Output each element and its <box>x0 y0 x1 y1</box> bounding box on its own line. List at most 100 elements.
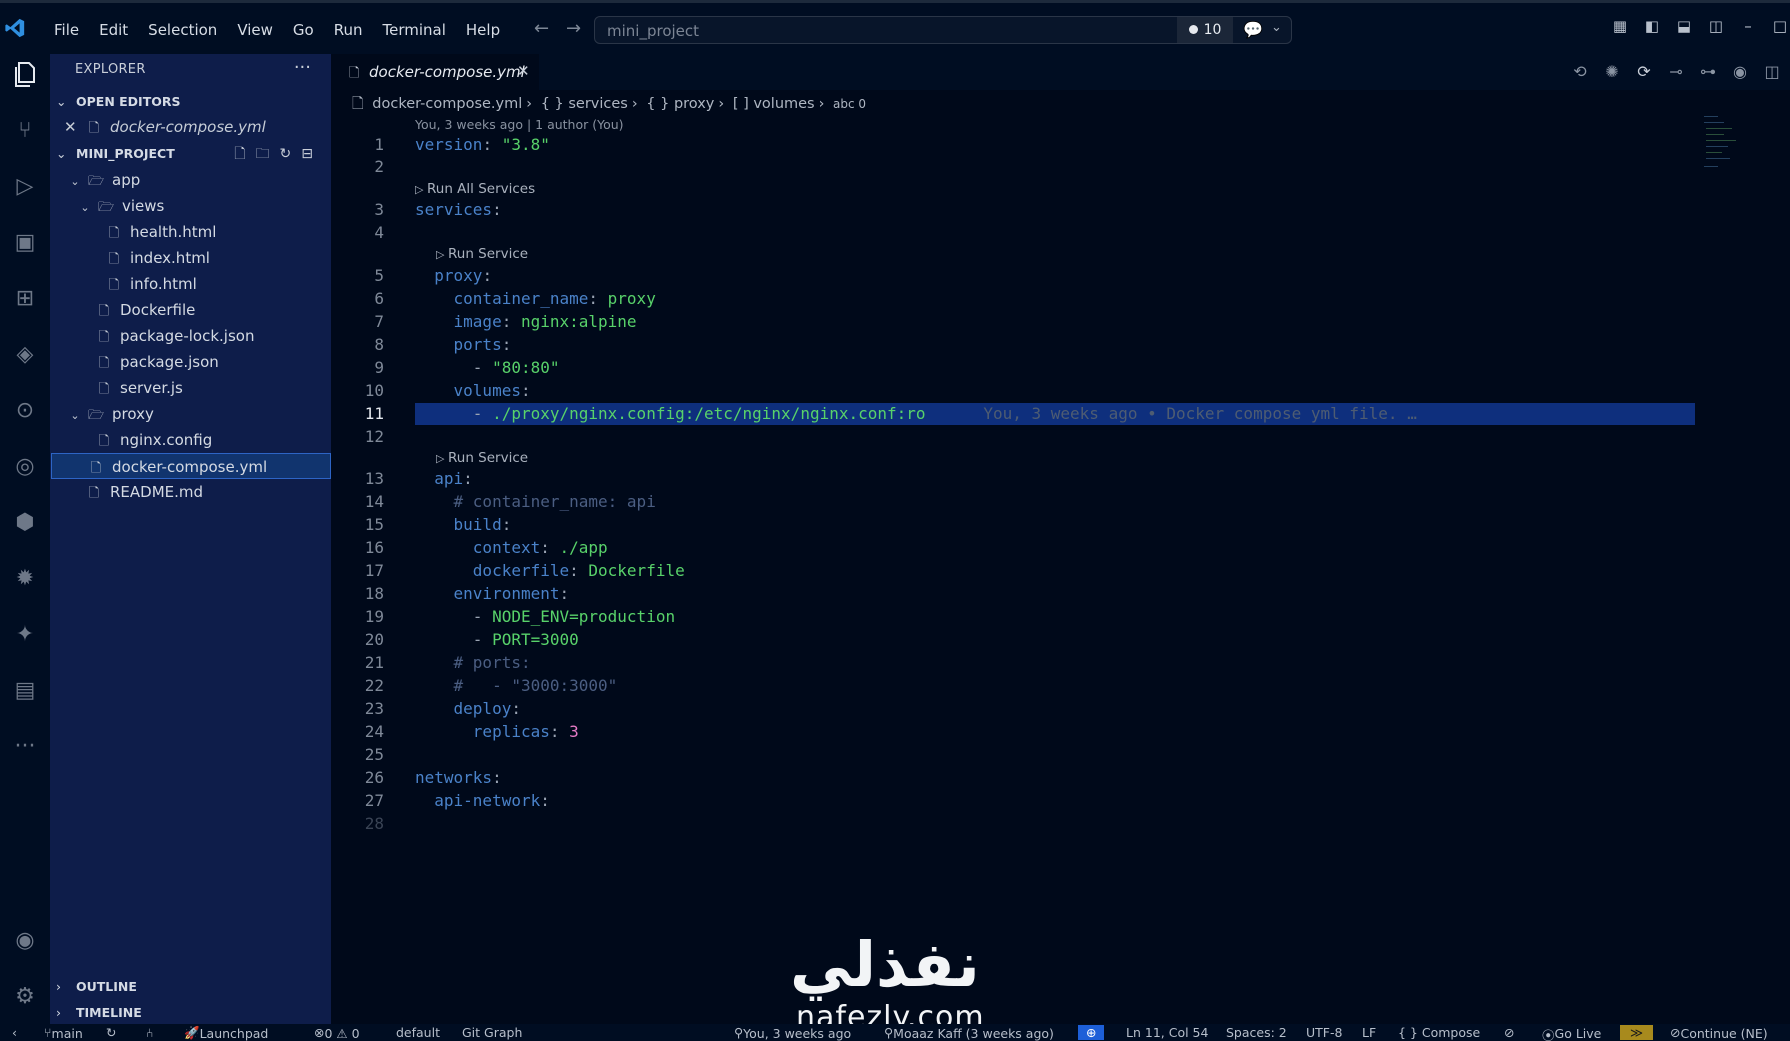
copilot-status-icon[interactable]: ⊘ <box>1504 1025 1514 1040</box>
indentation-status[interactable]: Spaces: 2 <box>1226 1025 1287 1040</box>
run-debug-icon[interactable]: ▷ <box>8 170 42 204</box>
blame-status[interactable]: ⚲ You, 3 weeks ago <box>734 1025 851 1041</box>
close-icon[interactable]: ✕ <box>64 114 80 140</box>
remote-indicator-icon[interactable]: ‹ <box>12 1025 17 1040</box>
breadcrumb-services[interactable]: { } services <box>541 96 628 112</box>
back-arrow-icon[interactable]: ← <box>534 18 549 39</box>
tab-docker-compose[interactable]: 🗋 docker-compose.yml ✕ <box>331 54 539 91</box>
menu-go[interactable]: Go <box>283 19 324 41</box>
extensions-icon[interactable]: ⊞ <box>8 282 42 316</box>
author-status[interactable]: ⚲ Moaaz Kaff (3 weeks ago) <box>884 1025 1054 1041</box>
live-share-icon[interactable]: ⊕ <box>1078 1025 1105 1040</box>
go-live-status[interactable]: ⦿ Go Live <box>1542 1025 1601 1041</box>
minimize-icon[interactable]: – <box>1738 17 1758 37</box>
accounts-icon[interactable]: ◉ <box>8 924 42 958</box>
openai-icon[interactable]: ✺ <box>1602 62 1622 81</box>
toggle-sidebar-icon[interactable]: ◧ <box>1642 17 1662 37</box>
tree-file-info-html[interactable]: 🗋 info.html <box>50 271 331 297</box>
open-editor-item[interactable]: ✕ 🗋 docker-compose.yml <box>50 114 331 140</box>
menu-help[interactable]: Help <box>456 19 510 41</box>
menu-edit[interactable]: Edit <box>89 19 138 41</box>
git-next-icon[interactable]: ⊶ <box>1698 62 1718 81</box>
tree-file-dockerfile[interactable]: 🗋 Dockerfile <box>50 297 331 323</box>
timeline-section[interactable]: › TIMELINE <box>50 1000 331 1026</box>
collapse-all-icon[interactable]: ⊟ <box>301 142 313 166</box>
settings-gear-icon[interactable]: ⚙ <box>8 980 42 1014</box>
gitlens-inspect-icon[interactable]: ◉ <box>1730 62 1750 81</box>
tree-file-health-html[interactable]: 🗋 health.html <box>50 219 331 245</box>
breadcrumb-file[interactable]: docker-compose.yml <box>372 96 522 112</box>
eol-status[interactable]: LF <box>1362 1025 1376 1040</box>
breadcrumb-proxy[interactable]: { } proxy <box>646 96 714 112</box>
new-file-icon[interactable]: 🗋 <box>234 142 245 166</box>
chevron-down-icon[interactable]: ⌄ <box>1271 20 1282 35</box>
timeline-history-icon[interactable]: ⟲ <box>1570 62 1590 81</box>
tree-file-readme[interactable]: 🗋 README.md <box>50 479 331 505</box>
more-actions-icon[interactable]: ··· <box>294 57 311 78</box>
git-pr-icon[interactable]: ⑃ <box>146 1025 154 1040</box>
new-folder-icon[interactable]: 🗀 <box>256 142 270 166</box>
remote-explorer-icon[interactable]: ▣ <box>8 226 42 260</box>
branch-status[interactable]: ⑂ main <box>44 1025 83 1041</box>
close-icon[interactable]: ✕ <box>517 62 530 80</box>
git-graph-status[interactable]: Git Graph <box>462 1025 522 1040</box>
database-icon[interactable]: ▤ <box>8 674 42 708</box>
more-views-icon[interactable]: ··· <box>8 730 42 764</box>
refresh-icon[interactable]: ↻ <box>280 142 292 166</box>
gitlens-icon[interactable]: ◎ <box>8 450 42 484</box>
breadcrumb-volumes[interactable]: [ ] volumes <box>733 96 815 112</box>
tree-file-server-js[interactable]: 🗋 server.js <box>50 375 331 401</box>
menu-selection[interactable]: Selection <box>138 19 227 41</box>
explorer-icon[interactable] <box>8 58 42 92</box>
forward-arrow-icon[interactable]: → <box>566 18 581 39</box>
language-status[interactable]: { } Compose <box>1398 1025 1480 1040</box>
docker-icon[interactable]: ⬢ <box>8 506 42 540</box>
launchpad-status[interactable]: 🚀 Launchpad <box>184 1025 268 1041</box>
blame-annotation[interactable]: You, 3 weeks ago | 1 author (You) <box>415 117 624 132</box>
copilot-chat-icon[interactable]: 💬 <box>1243 20 1263 39</box>
project-section[interactable]: ⌄ MINI_PROJECT 🗋 🗀 ↻ ⊟ <box>50 142 331 166</box>
sync-icon[interactable]: ↻ <box>106 1025 116 1040</box>
toggle-panel-icon[interactable]: ⬓ <box>1674 17 1694 37</box>
run-service-lens[interactable]: ▷ Run Service <box>436 246 528 262</box>
continue-status[interactable]: ⊘ Continue (NE) <box>1670 1025 1768 1041</box>
problems-status[interactable]: ⊗ 0 ⚠ 0 <box>314 1025 360 1041</box>
menu-run[interactable]: Run <box>324 19 373 41</box>
source-control-icon[interactable]: ⑂ <box>8 114 42 148</box>
maximize-icon[interactable]: □ <box>1770 17 1790 37</box>
encoding-status[interactable]: UTF-8 <box>1306 1025 1342 1040</box>
tree-folder-views[interactable]: ⌄ 🗁 views <box>50 193 331 219</box>
run-all-services-lens[interactable]: ▷ Run All Services <box>415 181 535 197</box>
menu-file[interactable]: File <box>44 19 89 41</box>
tree-file-package-lock[interactable]: 🗋 package-lock.json <box>50 323 331 349</box>
tree-file-nginx-config[interactable]: 🗋 nginx.config <box>50 427 331 453</box>
menu-view[interactable]: View <box>227 19 283 41</box>
outline-section[interactable]: › OUTLINE <box>50 974 331 1000</box>
python-icon[interactable]: ◈ <box>8 338 42 372</box>
split-editor-icon[interactable]: ◫ <box>1762 62 1782 81</box>
tree-folder-app[interactable]: ⌄ 🗁 app <box>50 167 331 193</box>
extension-status-icon[interactable]: ≫ <box>1620 1025 1654 1040</box>
inline-blame[interactable]: You, 3 weeks ago • Docker compose yml fi… <box>983 404 1416 423</box>
minimap[interactable] <box>1700 116 1740 176</box>
kubernetes-icon[interactable]: ✹ <box>8 562 42 596</box>
profile-status[interactable]: default <box>396 1025 440 1040</box>
breadcrumb-item[interactable]: abc 0 <box>833 97 866 111</box>
tree-file-docker-compose[interactable]: 🗋 docker-compose.yml <box>51 453 331 479</box>
tree-folder-proxy[interactable]: ⌄ 🗁 proxy <box>50 401 331 427</box>
menu-terminal[interactable]: Terminal <box>373 19 456 41</box>
toggle-secondary-sidebar-icon[interactable]: ◫ <box>1706 17 1726 37</box>
tree-file-index-html[interactable]: 🗋 index.html <box>50 245 331 271</box>
git-graph-icon[interactable]: ⊙ <box>8 394 42 428</box>
gemini-icon[interactable]: ✦ <box>8 618 42 652</box>
cursor-position[interactable]: Ln 11, Col 54 <box>1126 1025 1208 1040</box>
customize-layout-icon[interactable]: ▦ <box>1610 17 1630 37</box>
run-service-lens[interactable]: ▷ Run Service <box>436 450 528 466</box>
gitlens-compare-icon[interactable]: ⟳ <box>1634 62 1654 81</box>
command-center[interactable]: mini_project 10 💬 ⌄ <box>594 16 1292 44</box>
code-editor[interactable]: 1 version: "3.8" 2 ▷ Run All Services 3 ser… <box>331 134 1701 844</box>
changes-badge[interactable]: 10 <box>1177 17 1233 43</box>
git-commit-icon[interactable]: ⊸ <box>1666 62 1686 81</box>
tree-file-package-json[interactable]: 🗋 package.json <box>50 349 331 375</box>
open-editors-section[interactable]: ⌄ OPEN EDITORS <box>50 90 331 114</box>
